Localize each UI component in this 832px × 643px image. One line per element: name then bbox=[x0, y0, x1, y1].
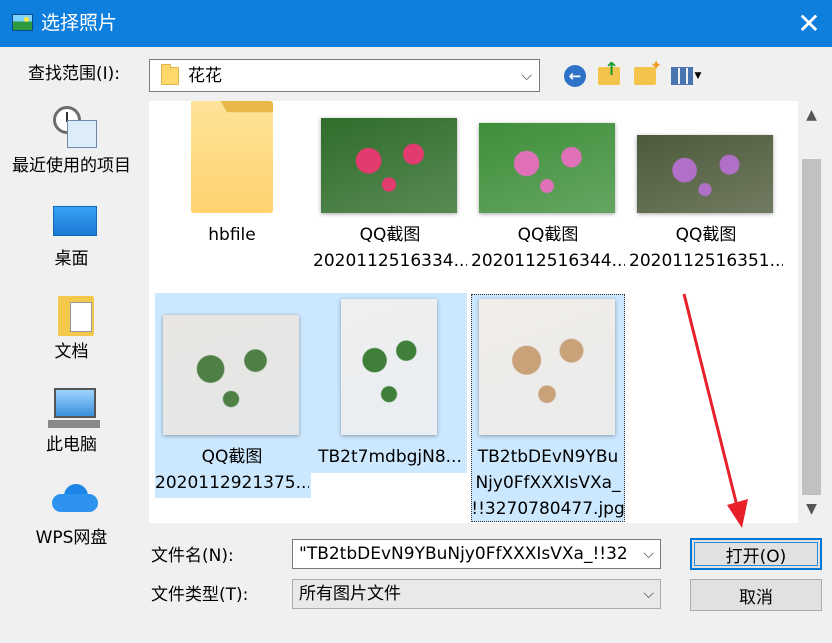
back-button[interactable]: ← bbox=[562, 63, 588, 89]
folder-icon bbox=[191, 101, 273, 213]
look-in-combo[interactable]: 花花 ⌵ bbox=[149, 59, 540, 92]
list-item[interactable]: hbfile bbox=[155, 101, 309, 281]
file-name: hbfile bbox=[208, 225, 256, 245]
close-button[interactable]: ✕ bbox=[786, 0, 832, 47]
file-name-line2: Njy0FfXXXIsVXa_ bbox=[475, 473, 621, 493]
image-thumbnail bbox=[479, 299, 615, 435]
file-name: QQ截图 bbox=[201, 447, 263, 467]
image-thumbnail bbox=[637, 135, 773, 213]
list-item[interactable]: QQ截图 2020112516351... bbox=[629, 101, 783, 281]
file-name-line2: 2020112921375... bbox=[155, 473, 309, 493]
places-bar: 最近使用的项目 桌面 文档 此电脑 WPS网盘 bbox=[0, 96, 143, 636]
back-arrow-icon: ← bbox=[564, 65, 586, 87]
window-title: 选择照片 bbox=[41, 12, 118, 34]
folder-icon bbox=[161, 64, 179, 85]
list-item[interactable]: TB2t7mdbgjN8... bbox=[313, 293, 467, 473]
place-label: WPS网盘 bbox=[35, 528, 108, 548]
new-folder-icon bbox=[634, 58, 662, 85]
chevron-down-icon[interactable]: ⌵ bbox=[643, 582, 654, 606]
list-item[interactable]: QQ截图 2020112921375... bbox=[155, 293, 309, 498]
photo-app-icon bbox=[12, 14, 33, 31]
filename-input[interactable]: "TB2tbDEvN9YBuNjy0FfXXXIsVXa_!!327078 bbox=[299, 542, 629, 566]
file-name: TB2tbDEvN9YBu bbox=[477, 447, 619, 467]
filename-combo[interactable]: "TB2tbDEvN9YBuNjy0FfXXXIsVXa_!!327078 ⌵ bbox=[292, 539, 661, 569]
title-bar: 选择照片 ✕ bbox=[0, 0, 832, 47]
file-name: QQ截图 bbox=[517, 225, 579, 245]
image-thumbnail bbox=[479, 123, 615, 213]
scroll-thumb[interactable] bbox=[802, 159, 821, 495]
file-name: QQ截图 bbox=[675, 225, 737, 245]
place-wps-cloud[interactable]: WPS网盘 bbox=[0, 96, 143, 554]
cancel-button[interactable]: 取消 bbox=[690, 579, 822, 611]
file-name-line2: 2020112516351... bbox=[629, 251, 783, 271]
image-thumbnail bbox=[321, 118, 457, 213]
scroll-up-icon[interactable]: ▲ bbox=[798, 103, 825, 127]
file-name-line2: 2020112516334... bbox=[313, 251, 467, 271]
list-item[interactable]: QQ截图 2020112516344... bbox=[471, 101, 625, 281]
filetype-select[interactable]: 所有图片文件 ⌵ bbox=[292, 579, 661, 609]
image-thumbnail bbox=[341, 299, 437, 435]
file-name: TB2t7mdbgjN8... bbox=[318, 447, 462, 467]
file-name: QQ截图 bbox=[359, 225, 421, 245]
open-button[interactable]: 打开(O) bbox=[690, 538, 822, 570]
filetype-label: 文件类型(T): bbox=[151, 585, 249, 605]
scroll-down-icon[interactable]: ▼ bbox=[798, 497, 825, 521]
list-item[interactable]: QQ截图 2020112516334... bbox=[313, 101, 467, 281]
file-name-line3: !!3270780477.jpg bbox=[471, 499, 625, 519]
image-thumbnail bbox=[163, 315, 299, 435]
cloud-icon bbox=[52, 484, 98, 512]
filename-label: 文件名(N): bbox=[151, 546, 234, 566]
chevron-down-icon[interactable]: ⌵ bbox=[521, 64, 532, 88]
view-menu-button[interactable]: ▼ bbox=[666, 63, 706, 89]
view-grid-icon bbox=[670, 67, 693, 85]
file-list[interactable]: hbfile QQ截图 2020112516334... QQ截图 202011… bbox=[149, 101, 798, 523]
file-name-line2: 2020112516344... bbox=[471, 251, 625, 271]
chevron-down-icon[interactable]: ⌵ bbox=[643, 542, 654, 566]
look-in-label: 查找范围(I): bbox=[28, 64, 121, 84]
new-folder-button[interactable] bbox=[632, 58, 662, 89]
vertical-scrollbar[interactable]: ▲ ▼ bbox=[798, 101, 825, 523]
filetype-value: 所有图片文件 bbox=[299, 584, 401, 604]
current-folder: 花花 bbox=[188, 66, 222, 86]
up-folder-icon bbox=[598, 59, 620, 85]
up-folder-button[interactable] bbox=[596, 59, 622, 89]
list-item[interactable]: TB2tbDEvN9YBu Njy0FfXXXIsVXa_ !!32707804… bbox=[471, 293, 625, 521]
dropdown-arrow-icon: ▼ bbox=[694, 71, 702, 81]
